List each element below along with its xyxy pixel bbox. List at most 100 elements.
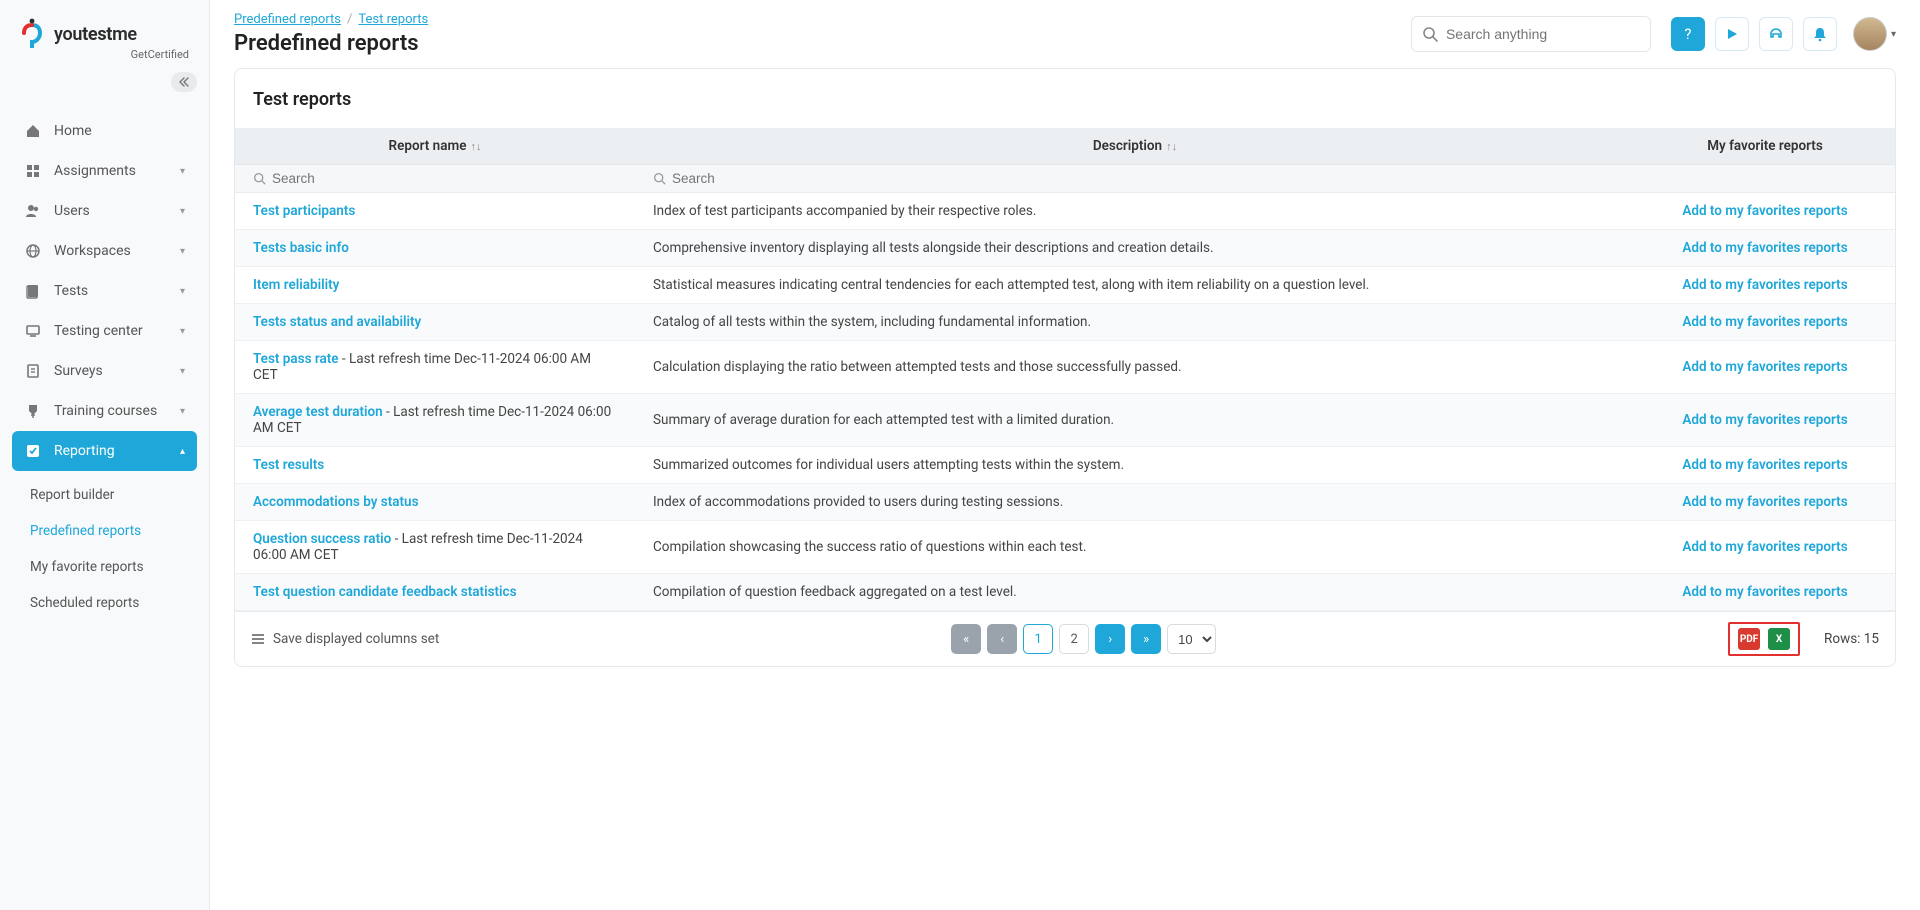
table-row: Tests basic info Comprehensive inventory …	[235, 230, 1895, 267]
pager-prev[interactable]: ‹	[987, 624, 1017, 654]
report-desc: Summary of average duration for each att…	[635, 394, 1635, 447]
notifications-button[interactable]	[1803, 17, 1837, 51]
table-row: Test participantsIndex of test participa…	[235, 193, 1895, 230]
global-search-input[interactable]	[1446, 26, 1640, 42]
report-link[interactable]: Average test duration	[253, 404, 383, 420]
sidebar-item-label: Workspaces	[54, 243, 131, 259]
col-header-name[interactable]: Report name↑↓	[235, 128, 635, 165]
search-icon	[1422, 26, 1438, 42]
table-row: Question success ratio - Last refresh ti…	[235, 521, 1895, 574]
add-favorite-link[interactable]: Add to my favorites reports	[1682, 240, 1847, 256]
add-favorite-link[interactable]: Add to my favorites reports	[1682, 203, 1847, 219]
pager-next[interactable]: ›	[1095, 624, 1125, 654]
export-excel-button[interactable]: X	[1768, 628, 1790, 650]
add-favorite-link[interactable]: Add to my favorites reports	[1682, 314, 1847, 330]
logo-area: youtestme GetCertified	[0, 0, 209, 71]
add-favorite-link[interactable]: Add to my favorites reports	[1682, 584, 1847, 600]
report-desc: Statistical measures indicating central …	[635, 267, 1635, 304]
page-title: Predefined reports	[234, 31, 1391, 56]
sidebar-item-surveys[interactable]: Surveys▾	[12, 351, 197, 391]
sidebar-item-reporting[interactable]: Reporting▴	[12, 431, 197, 471]
avatar	[1853, 17, 1887, 51]
add-favorite-link[interactable]: Add to my favorites reports	[1682, 539, 1847, 555]
subnav-predefined-reports[interactable]: Predefined reports	[20, 513, 209, 549]
chevron-down-icon: ▾	[1891, 29, 1896, 40]
sidebar-item-assignments[interactable]: Assignments▾	[12, 151, 197, 191]
sidebar-item-label: Training courses	[54, 403, 157, 419]
assignments-icon	[24, 163, 42, 179]
export-pdf-button[interactable]: PDF	[1738, 628, 1760, 650]
chevron-up-icon: ▴	[180, 446, 185, 457]
breadcrumb: Predefined reports/Test reports	[234, 12, 1391, 27]
reporting-icon	[24, 443, 42, 459]
breadcrumb-leaf[interactable]: Test reports	[358, 12, 428, 27]
report-link[interactable]: Test pass rate	[253, 351, 339, 367]
sidebar-item-label: Tests	[54, 283, 88, 299]
col-header-desc[interactable]: Description↑↓	[635, 128, 1635, 165]
chevron-down-icon: ▾	[180, 206, 185, 217]
sidebar-item-training-courses[interactable]: Training courses▾	[12, 391, 197, 431]
sidebar-item-users[interactable]: Users ▾	[12, 191, 197, 231]
sidebar-item-label: Users	[54, 203, 90, 219]
pager-page-2[interactable]: 2	[1059, 624, 1089, 654]
breadcrumb-root[interactable]: Predefined reports	[234, 12, 341, 27]
sidebar-item-tests[interactable]: Tests▾	[12, 271, 197, 311]
global-search[interactable]	[1411, 16, 1651, 52]
sidebar-item-label: Assignments	[54, 163, 136, 179]
reporting-subnav: Report builderPredefined reportsMy favor…	[0, 471, 209, 627]
users-icon	[24, 203, 42, 219]
add-favorite-link[interactable]: Add to my favorites reports	[1682, 494, 1847, 510]
report-desc: Comprehensive inventory displaying all t…	[635, 230, 1635, 267]
subnav-scheduled-reports[interactable]: Scheduled reports	[20, 585, 209, 621]
report-link[interactable]: Test question candidate feedback statist…	[253, 584, 517, 600]
help-button[interactable]: ?	[1671, 17, 1705, 51]
topbar: Predefined reports/Test reports Predefin…	[210, 0, 1920, 60]
pager: « ‹ 1 2 › » 10	[951, 624, 1216, 654]
add-favorite-link[interactable]: Add to my favorites reports	[1682, 457, 1847, 473]
report-link[interactable]: Tests status and availability	[253, 314, 421, 330]
save-columns-label: Save displayed columns set	[273, 631, 439, 647]
pager-first[interactable]: «	[951, 624, 981, 654]
filter-name[interactable]	[253, 171, 617, 186]
report-desc: Catalog of all tests within the system, …	[635, 304, 1635, 341]
search-icon	[653, 172, 666, 185]
logo-icon	[20, 18, 48, 50]
table-footer: Save displayed columns set « ‹ 1 2 › » 1…	[235, 611, 1895, 666]
report-desc: Summarized outcomes for individual users…	[635, 447, 1635, 484]
sidebar-item-testing-center[interactable]: Testing center▾	[12, 311, 197, 351]
report-link[interactable]: Tests basic info	[253, 240, 349, 256]
report-link[interactable]: Test participants	[253, 203, 355, 219]
subnav-my-favorite-reports[interactable]: My favorite reports	[20, 549, 209, 585]
export-box: PDF X	[1728, 622, 1800, 656]
play-button[interactable]	[1715, 17, 1749, 51]
report-link[interactable]: Question success ratio	[253, 531, 391, 547]
pager-last[interactable]: »	[1131, 624, 1161, 654]
sidebar-collapse-button[interactable]	[171, 72, 197, 92]
page-size-select[interactable]: 10	[1167, 624, 1216, 654]
subnav-report-builder[interactable]: Report builder	[20, 477, 209, 513]
panel-title: Test reports	[235, 69, 1895, 128]
report-link[interactable]: Accommodations by status	[253, 494, 419, 510]
add-favorite-link[interactable]: Add to my favorites reports	[1682, 359, 1847, 375]
sidebar-item-label: Surveys	[54, 363, 103, 379]
surveys-icon	[24, 363, 42, 379]
logo[interactable]: youtestme	[20, 18, 189, 50]
report-link[interactable]: Item reliability	[253, 277, 339, 293]
report-link[interactable]: Test results	[253, 457, 324, 473]
table-row: Accommodations by statusIndex of accommo…	[235, 484, 1895, 521]
sidebar-item-home[interactable]: Home	[12, 111, 197, 151]
search-icon	[253, 172, 266, 185]
pager-page-1[interactable]: 1	[1023, 624, 1053, 654]
user-menu[interactable]: ▾	[1853, 17, 1896, 51]
save-columns-button[interactable]: Save displayed columns set	[251, 631, 439, 647]
support-button[interactable]	[1759, 17, 1793, 51]
sidebar-item-workspaces[interactable]: Workspaces ▾	[12, 231, 197, 271]
add-favorite-link[interactable]: Add to my favorites reports	[1682, 277, 1847, 293]
table-row: Test results Summarized outcomes for indi…	[235, 447, 1895, 484]
home-icon	[24, 123, 42, 139]
filter-desc[interactable]	[653, 171, 1617, 186]
chevron-down-icon: ▾	[180, 246, 185, 257]
add-favorite-link[interactable]: Add to my favorites reports	[1682, 412, 1847, 428]
filter-name-input[interactable]	[272, 171, 617, 186]
filter-desc-input[interactable]	[672, 171, 1617, 186]
